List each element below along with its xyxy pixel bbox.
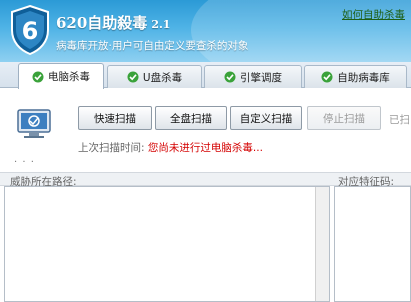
- scanned-count-label: 已扫: [389, 114, 410, 126]
- app-header: 6 620自助殺毒 2.1 病毒库开放·用户可自由定义要查杀的对象 如何自助杀毒: [0, 0, 411, 62]
- last-scan-value: 您尚未进行过电脑杀毒...: [147, 142, 263, 154]
- app-version: 2.1: [151, 18, 171, 31]
- shield-logo-icon: 6: [11, 4, 49, 56]
- scan-panel: 快速扫描 全盘扫描 自定义扫描 停止扫描 已扫 上次扫描时间: 您尚未进行过电脑…: [0, 88, 411, 170]
- help-link[interactable]: 如何自助杀毒: [342, 7, 405, 22]
- tab-usb-scan[interactable]: U盘杀毒: [107, 65, 202, 88]
- tab-custom-virus-db[interactable]: 自助病毒库: [304, 65, 407, 88]
- svg-text:6: 6: [22, 17, 39, 45]
- tab-label: U盘杀毒: [142, 71, 183, 84]
- results-header: 威胁所在路径: 对应特征码:: [0, 172, 411, 188]
- progress-dots: . . .: [14, 154, 35, 165]
- stop-scan-button[interactable]: 停止扫描: [307, 106, 381, 130]
- signature-list[interactable]: [334, 186, 411, 302]
- tab-label: 自助病毒库: [337, 71, 390, 84]
- threat-path-list[interactable]: [4, 186, 330, 302]
- last-scan-label: 上次扫描时间:: [78, 142, 145, 154]
- last-scan-info: 上次扫描时间: 您尚未进行过电脑杀毒...: [78, 140, 263, 155]
- app-slogan: 病毒库开放·用户可自由定义要查杀的对象: [56, 40, 249, 52]
- tab-label: 电脑杀毒: [48, 71, 90, 83]
- app-title-text: 620自助殺毒: [56, 14, 148, 32]
- app-title: 620自助殺毒 2.1: [56, 12, 170, 33]
- check-shield-icon: [224, 71, 236, 83]
- tab-label: 引擎调度: [240, 71, 282, 84]
- tab-pc-scan[interactable]: 电脑杀毒: [18, 63, 104, 89]
- check-shield-icon: [127, 71, 139, 83]
- threat-path-scrollbar[interactable]: [315, 187, 329, 301]
- check-shield-icon: [321, 71, 333, 83]
- quick-scan-button[interactable]: 快速扫描: [78, 106, 152, 130]
- full-scan-button[interactable]: 全盘扫描: [155, 106, 227, 130]
- custom-scan-button[interactable]: 自定义扫描: [230, 106, 302, 130]
- check-shield-icon: [32, 71, 44, 82]
- tab-engine-schedule[interactable]: 引擎调度: [204, 65, 302, 88]
- monitor-scan-icon: [17, 109, 51, 138]
- tab-bar: 电脑杀毒 U盘杀毒 引擎调度 自助病毒库: [0, 62, 411, 89]
